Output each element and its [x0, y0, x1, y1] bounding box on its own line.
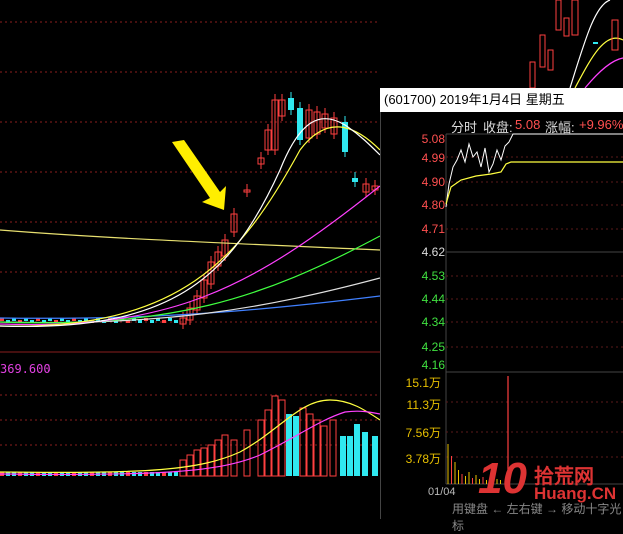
candle: [150, 320, 154, 323]
watermark-number: 10: [478, 454, 527, 503]
volume-bar: [299, 407, 307, 477]
intraday-price-line: [445, 133, 623, 208]
volume-bar: [362, 432, 368, 476]
vol-ma5-line: [0, 399, 380, 474]
quote-weekday: 星期五: [525, 92, 565, 107]
candle: [138, 320, 142, 323]
ma30-line: [0, 235, 380, 324]
candle: [168, 318, 172, 321]
volume-bar: [179, 459, 187, 477]
candlestick-chart-right: [529, 0, 623, 88]
price-tick: 4.25: [421, 340, 445, 354]
price-tick: 4.62: [421, 245, 445, 259]
candlestick-chart[interactable]: [0, 0, 380, 519]
volume-bar: [340, 436, 346, 476]
volume-tick: 11.3万: [406, 398, 441, 412]
volume-bar: [347, 436, 353, 476]
candle: [174, 320, 178, 323]
volume-bar: [320, 425, 328, 477]
candle: [162, 320, 166, 323]
volume-bar: [293, 416, 299, 476]
volume-tick: 15.1万: [405, 376, 441, 390]
price-tick: 5.08: [421, 132, 445, 146]
down-arrow-icon: ↓: [46, 360, 52, 374]
price-tick: 4.80: [421, 198, 445, 212]
price-tick: 4.99: [421, 151, 445, 165]
volume-bar: [200, 447, 208, 477]
price-tick: 4.71: [421, 222, 445, 236]
footer-hint: 用键盘 ← 左右键 → 移动十字光标: [452, 502, 622, 533]
ma-long-line: [0, 229, 380, 251]
volume-bar: [354, 424, 360, 476]
volume-tick: 7.56万: [405, 426, 441, 440]
vol-ma10-line: [0, 410, 380, 476]
volume-tick: 3.78万: [405, 452, 441, 466]
volume-bar: [207, 444, 215, 477]
price-tick: 4.53: [421, 269, 445, 283]
popup-header: (601700) 2019年1月4日 星期五: [380, 88, 623, 112]
time-axis-label: 01/04: [428, 486, 456, 498]
stock-code: (601700): [384, 92, 437, 107]
volume-bar: [243, 429, 251, 477]
volume-bar: [221, 434, 229, 477]
intraday-avg-line: [445, 161, 623, 205]
volume-bar: [286, 414, 292, 476]
volume-bar: [271, 395, 279, 477]
quote-date: 2019年1月4日: [439, 92, 523, 107]
volume-ma-label: 369.600: [0, 362, 51, 376]
yellow-arrow: [172, 140, 226, 210]
volume-bar: [278, 399, 286, 477]
volume-bar: [372, 436, 378, 476]
volume-bar: [313, 419, 321, 477]
volume-bar: [329, 419, 337, 477]
price-tick: 4.34: [421, 315, 445, 329]
price-tick: 4.16: [421, 358, 445, 372]
price-tick: 4.44: [421, 292, 445, 306]
volume-bar: [193, 449, 201, 477]
volume-bar: [174, 472, 178, 476]
price-tick: 4.90: [421, 175, 445, 189]
volume-bar: [257, 419, 265, 477]
